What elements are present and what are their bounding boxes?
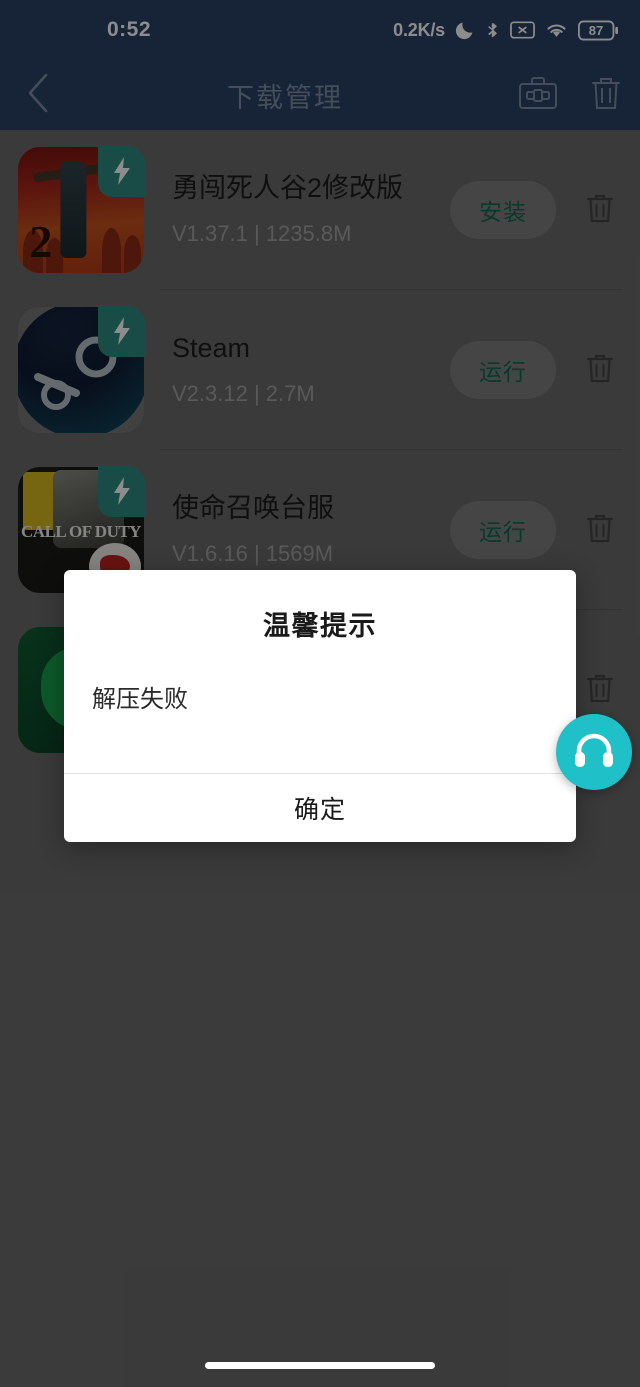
customer-service-fab[interactable] [556, 714, 632, 790]
home-indicator [205, 1362, 435, 1369]
dialog-message: 解压失败 [92, 686, 188, 713]
alert-dialog: 温馨提示 解压失败 确定 [64, 570, 576, 842]
headphones-icon [573, 730, 615, 775]
dialog-title: 温馨提示 [263, 611, 377, 641]
dialog-confirm-button[interactable]: 确定 [64, 774, 576, 842]
